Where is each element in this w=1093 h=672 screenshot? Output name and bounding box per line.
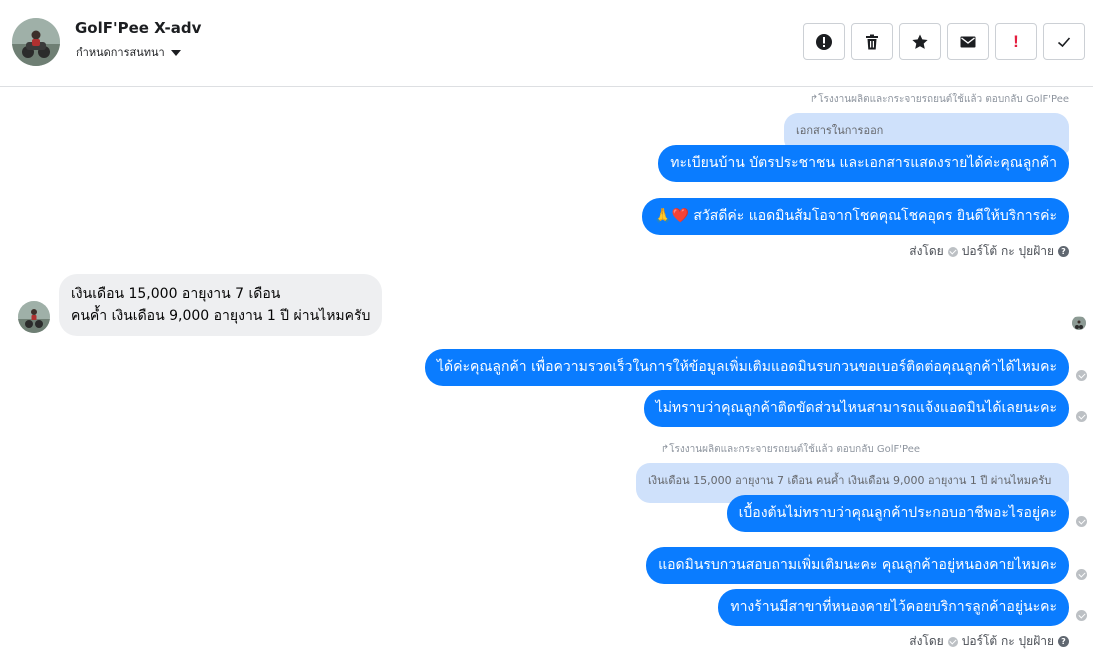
sender-avatar[interactable] xyxy=(18,301,50,333)
delivered-icon xyxy=(1076,610,1087,621)
incoming-message-line: คนค้ำ เงินเดือน 9,000 อายุงาน 1 ปี ผ่านไ… xyxy=(71,308,371,324)
sent-by-label: ส่งโดย xyxy=(909,634,944,648)
outgoing-message[interactable]: ทะเบียนบ้าน บัตรประชาชน และเอกสารแสดงราย… xyxy=(658,145,1069,182)
check-circle-icon xyxy=(947,636,958,647)
sent-by-info: ส่งโดย ปอร์โต้ กะ ปุยฝ้าย ? xyxy=(909,632,1069,651)
seen-avatar xyxy=(1072,316,1086,330)
outgoing-message[interactable]: เบื้องต้นไม่ทราบว่าคุณลูกค้าประกอบอาชีพอ… xyxy=(726,495,1069,532)
outgoing-message[interactable]: ไม่ทราบว่าคุณลูกค้าติดขัดส่วนไหนสามารถแจ… xyxy=(643,390,1069,427)
mark-unread-button[interactable] xyxy=(947,23,989,60)
outgoing-message[interactable]: แอดมินรบกวนสอบถามเพิ่มเติมนะคะ คุณลูกค้า… xyxy=(646,547,1069,584)
spam-button[interactable]: ! xyxy=(995,23,1037,60)
check-icon xyxy=(1057,36,1071,47)
reply-context: ↱โรงงานผลิตและกระจายรถยนต์ใช้แล้ว ตอบกลั… xyxy=(809,94,1069,105)
sent-by-label: ส่งโดย xyxy=(909,244,944,258)
sent-by-name: ปอร์โต้ กะ ปุยฝ้าย xyxy=(961,634,1054,648)
outgoing-message-text: สวัสดีค่ะ แอดมินส้มโอจากโชคคุณโชคอุดร ยิ… xyxy=(688,208,1057,224)
help-icon[interactable]: ? xyxy=(1058,636,1069,647)
report-button[interactable] xyxy=(803,23,845,60)
contact-avatar[interactable] xyxy=(12,18,60,66)
delete-button[interactable] xyxy=(851,23,893,60)
conversation-toolbar: ! xyxy=(803,23,1085,60)
delivered-icon xyxy=(1076,516,1087,527)
delivered-icon xyxy=(1076,370,1087,381)
outgoing-message[interactable]: ได้ค่ะคุณลูกค้า เพื่อความรวดเร็วในการให้… xyxy=(425,349,1069,386)
delivered-icon xyxy=(1076,411,1087,422)
outgoing-message[interactable]: ทางร้านมีสาขาที่หนองคายไว้คอยบริการลูกค้… xyxy=(718,589,1069,626)
mark-done-button[interactable] xyxy=(1043,23,1085,60)
delivered-icon xyxy=(1076,569,1087,580)
exclamation-icon: ! xyxy=(1013,31,1019,51)
incoming-message-line: เงินเดือน 15,000 อายุงาน 7 เดือน xyxy=(71,286,281,302)
sent-by-name: ปอร์โต้ กะ ปุยฝ้าย xyxy=(961,244,1054,258)
reply-context: ↱โรงงานผลิตและกระจายรถยนต์ใช้แล้ว ตอบกลั… xyxy=(660,444,920,455)
conversation-header: GolF'Pee X-adv กำหนดการสนทนา ! xyxy=(0,0,1093,87)
conversation-options-label: กำหนดการสนทนา xyxy=(76,46,165,59)
report-icon xyxy=(816,33,832,50)
envelope-icon xyxy=(960,36,976,47)
check-circle-icon xyxy=(947,246,958,257)
star-button[interactable] xyxy=(899,23,941,60)
contact-name[interactable]: GolF'Pee X-adv xyxy=(75,19,201,37)
conversation-options-dropdown[interactable]: กำหนดการสนทนา xyxy=(76,43,181,61)
help-icon[interactable]: ? xyxy=(1058,246,1069,257)
sent-by-info: ส่งโดย ปอร์โต้ กะ ปุยฝ้าย ? xyxy=(909,242,1069,261)
trash-icon xyxy=(866,34,878,49)
star-icon xyxy=(912,34,928,49)
incoming-message[interactable]: เงินเดือน 15,000 อายุงาน 7 เดือน คนค้ำ เ… xyxy=(59,274,383,336)
outgoing-message[interactable]: 🙏❤️ สวัสดีค่ะ แอดมินส้มโอจากโชคคุณโชคอุด… xyxy=(642,198,1069,235)
caret-down-icon xyxy=(170,49,181,56)
greeting-emoji: 🙏❤️ xyxy=(654,208,689,224)
